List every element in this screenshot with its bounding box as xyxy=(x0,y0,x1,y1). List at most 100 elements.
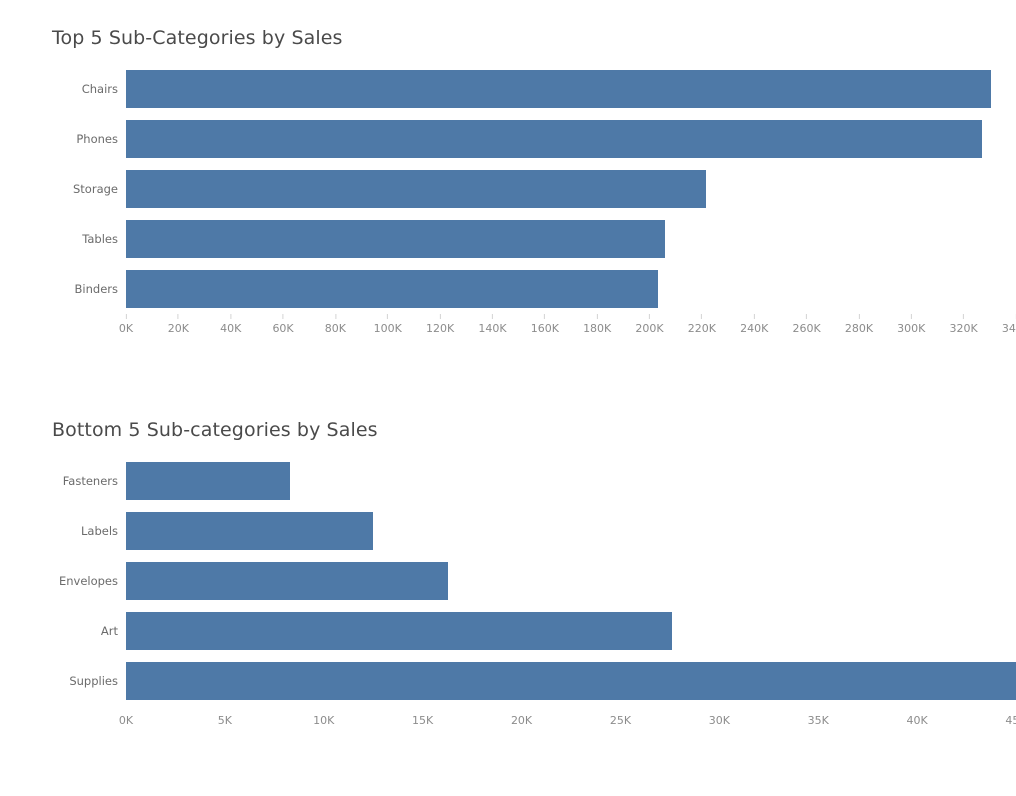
x-axis-tick: 0K xyxy=(119,314,133,335)
tick-mark xyxy=(177,314,179,319)
tick-mark xyxy=(230,314,232,319)
x-axis-tick-label: 40K xyxy=(906,714,928,727)
bar[interactable] xyxy=(126,220,666,258)
x-axis-tick-label: 35K xyxy=(807,714,829,727)
bar-row: Art xyxy=(0,612,1016,650)
top-chart-panel: Top 5 Sub-Categories by Sales Chairs Phon… xyxy=(0,0,1016,354)
top-chart-rows: Chairs Phones Storage Tables Binders xyxy=(0,64,1016,314)
bar-track xyxy=(126,512,1016,550)
x-axis-tick: 60K xyxy=(272,314,294,335)
tick-mark xyxy=(491,314,493,319)
page-title: Top 5 Sub-Categories by Sales xyxy=(52,27,343,49)
bottom-chart-panel: Bottom 5 Sub-categories by Sales Fastene… xyxy=(0,392,1016,746)
tick-mark xyxy=(282,314,284,319)
x-axis-tick: 0K xyxy=(119,706,133,727)
bar-row: Phones xyxy=(0,120,1016,158)
x-axis-tick-label: 80K xyxy=(324,322,347,335)
bottom-chart-title: Bottom 5 Sub-categories by Sales xyxy=(52,419,378,441)
x-axis-tick: 10K xyxy=(313,706,334,727)
bar-category-label: Tables xyxy=(82,232,118,246)
bar[interactable] xyxy=(126,562,449,600)
bar[interactable] xyxy=(126,70,992,108)
x-axis-tick: 260K xyxy=(792,314,821,335)
x-axis-tick-label: 10K xyxy=(313,714,335,727)
bar-row: Fasteners xyxy=(0,462,1016,500)
x-axis-tick: 40K xyxy=(220,314,241,335)
x-axis-tick: 320K xyxy=(950,314,978,335)
bar-category-label: Supplies xyxy=(69,674,118,688)
bar-category-label: Envelopes xyxy=(58,574,118,588)
bar-track xyxy=(126,220,1016,258)
x-axis-tick-label: 280K xyxy=(844,322,874,335)
x-axis-tick-label: 20K xyxy=(167,322,189,335)
x-axis-tick-label: 30K xyxy=(708,714,730,727)
x-axis-tick: 80K xyxy=(325,314,346,335)
bar-row: Supplies xyxy=(0,662,1016,700)
x-axis-tick-label: 260K xyxy=(792,322,821,335)
bar[interactable] xyxy=(126,512,374,550)
bar-track xyxy=(126,270,1016,308)
x-axis-tick: 300K xyxy=(897,314,925,335)
x-axis-tick: 340K xyxy=(1002,314,1016,335)
bar-track xyxy=(126,562,1016,600)
x-axis-tick-label: 0K xyxy=(118,714,134,727)
x-axis-tick-label: 340K xyxy=(1001,322,1016,335)
x-axis-tick: 20K xyxy=(511,706,532,727)
x-axis-tick: 5K xyxy=(218,706,232,727)
x-axis-tick-label: 140K xyxy=(478,322,507,335)
x-axis-tick-label: 160K xyxy=(530,322,559,335)
tick-mark xyxy=(544,314,546,319)
bar[interactable] xyxy=(126,120,982,158)
x-axis-tick-label: 45K xyxy=(1005,714,1016,727)
x-axis-tick: 120K xyxy=(426,314,454,335)
x-axis-tick: 20K xyxy=(168,314,189,335)
x-axis-tick: 200K xyxy=(635,314,664,335)
x-axis-tick-label: 20K xyxy=(510,714,533,727)
x-axis-tick: 240K xyxy=(740,314,768,335)
x-axis-tick: 100K xyxy=(374,314,402,335)
x-axis-tick-label: 40K xyxy=(220,322,242,335)
x-axis-tick: 15K xyxy=(412,706,433,727)
bar-track xyxy=(126,612,1016,650)
x-axis-tick: 220K xyxy=(688,314,716,335)
bar-category-label: Phones xyxy=(76,132,118,146)
x-axis-tick: 160K xyxy=(531,314,559,335)
x-axis-tick-label: 15K xyxy=(412,714,434,727)
bar-category-label: Storage xyxy=(73,182,118,196)
x-axis-tick-label: 320K xyxy=(949,322,978,335)
x-axis-tick: 45K xyxy=(1005,706,1016,727)
bottom-chart-x-axis: 0K 5K 10K 15K 20K 25K 30K 35K 40K 45K xyxy=(119,706,1016,746)
x-axis-tick-label: 60K xyxy=(272,322,294,335)
x-axis-tick: 40K xyxy=(907,706,928,727)
bar[interactable] xyxy=(126,662,1016,700)
x-axis-tick: 180K xyxy=(583,314,611,335)
bottom-chart-rows: Fasteners Labels Envelopes Art Supplies xyxy=(0,456,1016,706)
bar[interactable] xyxy=(126,170,706,208)
bar-category-label: Chairs xyxy=(81,82,118,96)
x-axis-tick-label: 25K xyxy=(609,714,632,727)
tick-mark xyxy=(334,314,336,319)
bar-category-label: Fasteners xyxy=(62,474,118,488)
x-axis-tick: 30K xyxy=(709,706,730,727)
tick-mark xyxy=(649,314,651,319)
tick-mark xyxy=(910,314,912,319)
tick-mark xyxy=(701,314,703,319)
x-axis-tick-label: 120K xyxy=(426,322,455,335)
x-axis-tick-label: 220K xyxy=(687,322,716,335)
tick-mark xyxy=(806,314,808,319)
bar[interactable] xyxy=(126,462,291,500)
bar-track xyxy=(126,70,1016,108)
bottom-chart-plot: Fasteners Labels Envelopes Art Supplies 0K 5K… xyxy=(0,456,1016,746)
bar-category-label: Labels xyxy=(80,524,118,538)
x-axis-tick-label: 240K xyxy=(740,322,769,335)
x-axis-tick-label: 300K xyxy=(897,322,926,335)
bar-row: Storage xyxy=(0,170,1016,208)
bar-row: Labels xyxy=(0,512,1016,550)
x-axis-tick: 140K xyxy=(478,314,507,335)
x-axis-tick-label: 5K xyxy=(217,714,232,727)
bar-track xyxy=(126,462,1016,500)
tick-mark xyxy=(439,314,441,319)
bar-track xyxy=(126,120,1016,158)
bar[interactable] xyxy=(126,612,672,650)
bar[interactable] xyxy=(126,270,659,308)
